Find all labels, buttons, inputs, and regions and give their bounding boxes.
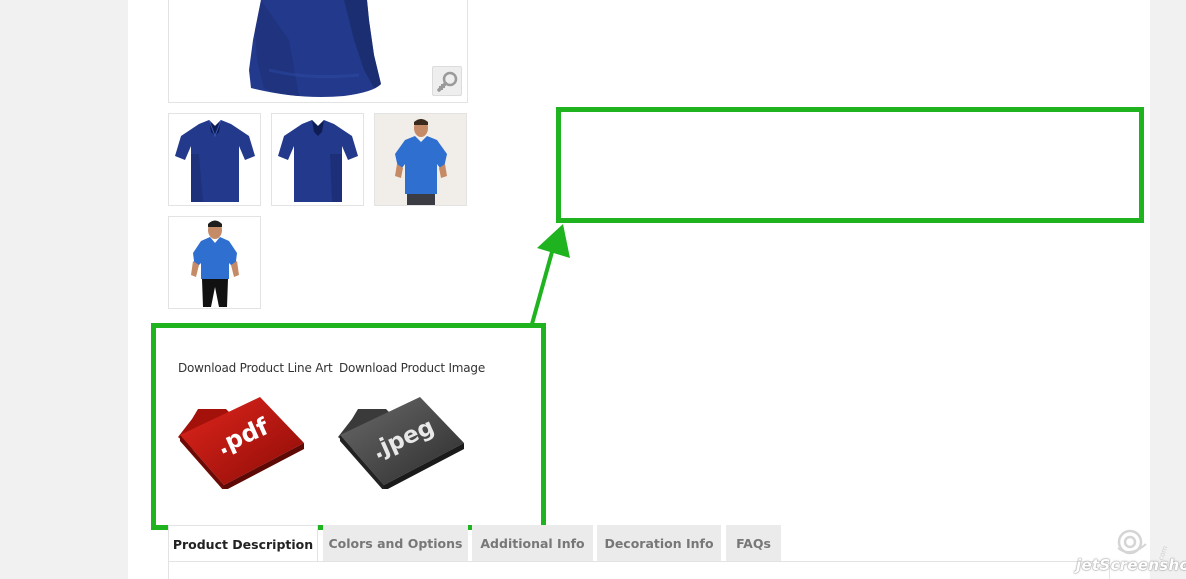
zoom-button[interactable] xyxy=(432,66,462,96)
tab-content-panel xyxy=(168,561,1110,579)
download-image-link[interactable]: Download Product Image xyxy=(339,361,485,375)
tab-product-description[interactable]: Product Description xyxy=(168,525,318,562)
thumbnail-model-royal-polo[interactable] xyxy=(374,113,467,206)
download-line-art-link[interactable]: Download Product Line Art xyxy=(178,361,333,375)
tab-decoration-info[interactable]: Decoration Info xyxy=(597,525,721,562)
thumbnail-model-royal-polo-standing[interactable] xyxy=(168,216,261,309)
jpeg-file-icon[interactable]: .jpeg xyxy=(336,395,468,491)
zoom-in-icon xyxy=(437,71,458,92)
tab-colors-and-options[interactable]: Colors and Options xyxy=(323,525,468,562)
tab-faqs[interactable]: FAQs xyxy=(726,525,781,562)
annotation-highlight-target xyxy=(556,107,1144,223)
watermark-text: jetScreenshot xyxy=(1076,556,1186,574)
tab-additional-info[interactable]: Additional Info xyxy=(472,525,593,562)
thumbnail-navy-polo-angle[interactable] xyxy=(271,113,364,206)
thumbnail-navy-polo-front[interactable] xyxy=(168,113,261,206)
navy-polo-shirt-image xyxy=(249,0,381,97)
main-product-image[interactable] xyxy=(168,0,468,103)
pdf-file-icon[interactable]: .pdf xyxy=(176,395,308,491)
